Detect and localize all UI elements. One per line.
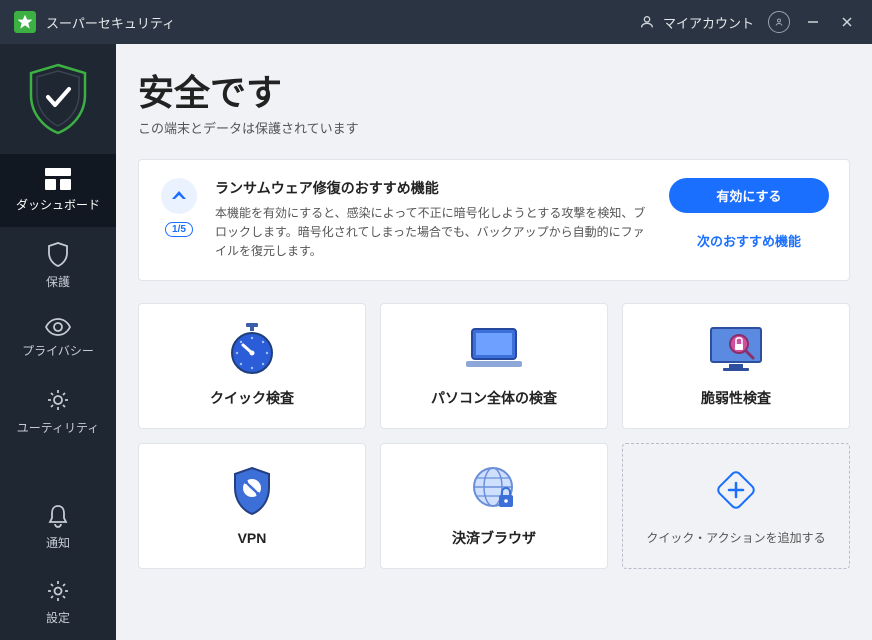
sidebar-item-privacy[interactable]: プライバシー: [0, 304, 116, 373]
recommendation-icon: [161, 178, 197, 214]
dashboard-icon: [45, 168, 71, 190]
sidebar-item-label: プライバシー: [22, 342, 94, 359]
close-icon: [841, 16, 853, 28]
card-label: クイック・アクションを追加する: [646, 529, 825, 546]
vpn-shield-icon: [231, 466, 273, 516]
sidebar-item-dashboard[interactable]: ダッシュボード: [0, 154, 116, 227]
app-name: スーパーセキュリティ: [46, 13, 175, 32]
sidebar-item-utility[interactable]: ユーティリティ: [0, 373, 116, 450]
protection-icon: [46, 241, 70, 267]
card-add-action[interactable]: クイック・アクションを追加する: [622, 443, 850, 569]
status-subtitle: この端末とデータは保護されています: [138, 118, 850, 137]
card-full-scan[interactable]: パソコン全体の検査: [380, 303, 608, 429]
bell-icon: [47, 504, 69, 528]
sidebar-item-label: 保護: [46, 273, 70, 290]
status-shield: [0, 44, 116, 154]
card-safe-browser[interactable]: 決済ブラウザ: [380, 443, 608, 569]
recommendation-body: 本機能を有効にすると、感染によって不正に暗号化しようとする攻撃を検知、ブロックし…: [215, 204, 653, 262]
sidebar-item-settings[interactable]: 設定: [0, 565, 116, 640]
card-vulnerability-scan[interactable]: 脆弱性検査: [622, 303, 850, 429]
enable-button[interactable]: 有効にする: [669, 178, 829, 213]
global-settings-button[interactable]: [762, 5, 796, 39]
recommendation-title: ランサムウェア修復のおすすめ機能: [215, 178, 653, 198]
sidebar-item-protection[interactable]: 保護: [0, 227, 116, 304]
card-label: VPN: [238, 530, 267, 546]
sidebar-item-label: ダッシュボード: [16, 196, 100, 213]
card-label: パソコン全体の検査: [431, 388, 557, 408]
eye-icon: [44, 318, 72, 336]
gear-icon: [45, 387, 71, 413]
sidebar-item-notifications[interactable]: 通知: [0, 490, 116, 565]
card-vpn[interactable]: VPN: [138, 443, 366, 569]
recommendation-panel: 1/5 ランサムウェア修復のおすすめ機能 本機能を有効にすると、感染によって不正…: [138, 159, 850, 281]
user-icon: [639, 14, 655, 30]
sidebar-item-label: 設定: [46, 609, 70, 626]
card-quick-scan[interactable]: クイック検査: [138, 303, 366, 429]
card-label: 決済ブラウザ: [452, 528, 536, 548]
content: 安全です この端末とデータは保護されています 1/5 ランサムウェア修復のおすす…: [116, 44, 872, 640]
action-grid: クイック検査 パソコン全体の検査: [138, 303, 850, 569]
up-arrow-icon: [170, 189, 188, 203]
laptop-icon: [464, 327, 524, 371]
app-logo: [14, 11, 36, 33]
user-circle-icon: [773, 16, 785, 28]
sidebar-item-label: ユーティリティ: [17, 419, 100, 436]
settings-gear-icon: [46, 579, 70, 603]
sidebar-item-label: 通知: [46, 534, 70, 551]
status-title: 安全です: [138, 64, 850, 116]
minimize-button[interactable]: [796, 16, 830, 28]
account-button[interactable]: マイアカウント: [631, 7, 762, 38]
globe-lock-icon: [471, 465, 517, 513]
card-label: 脆弱性検査: [701, 388, 771, 408]
card-label: クイック検査: [210, 388, 294, 408]
shield-check-icon: [25, 61, 91, 137]
minimize-icon: [807, 16, 819, 28]
sidebar: ダッシュボード 保護 プライバシー ユーティリティ 通知 設定: [0, 44, 116, 640]
titlebar: スーパーセキュリティ マイアカウント: [0, 0, 872, 44]
account-label: マイアカウント: [663, 13, 754, 32]
monitor-search-icon: [707, 324, 765, 374]
stopwatch-icon: [228, 323, 276, 375]
recommendation-count: 1/5: [165, 222, 193, 237]
close-button[interactable]: [830, 16, 864, 28]
next-recommendation-link[interactable]: 次のおすすめ機能: [697, 231, 801, 250]
plus-diamond-icon: [712, 466, 760, 514]
